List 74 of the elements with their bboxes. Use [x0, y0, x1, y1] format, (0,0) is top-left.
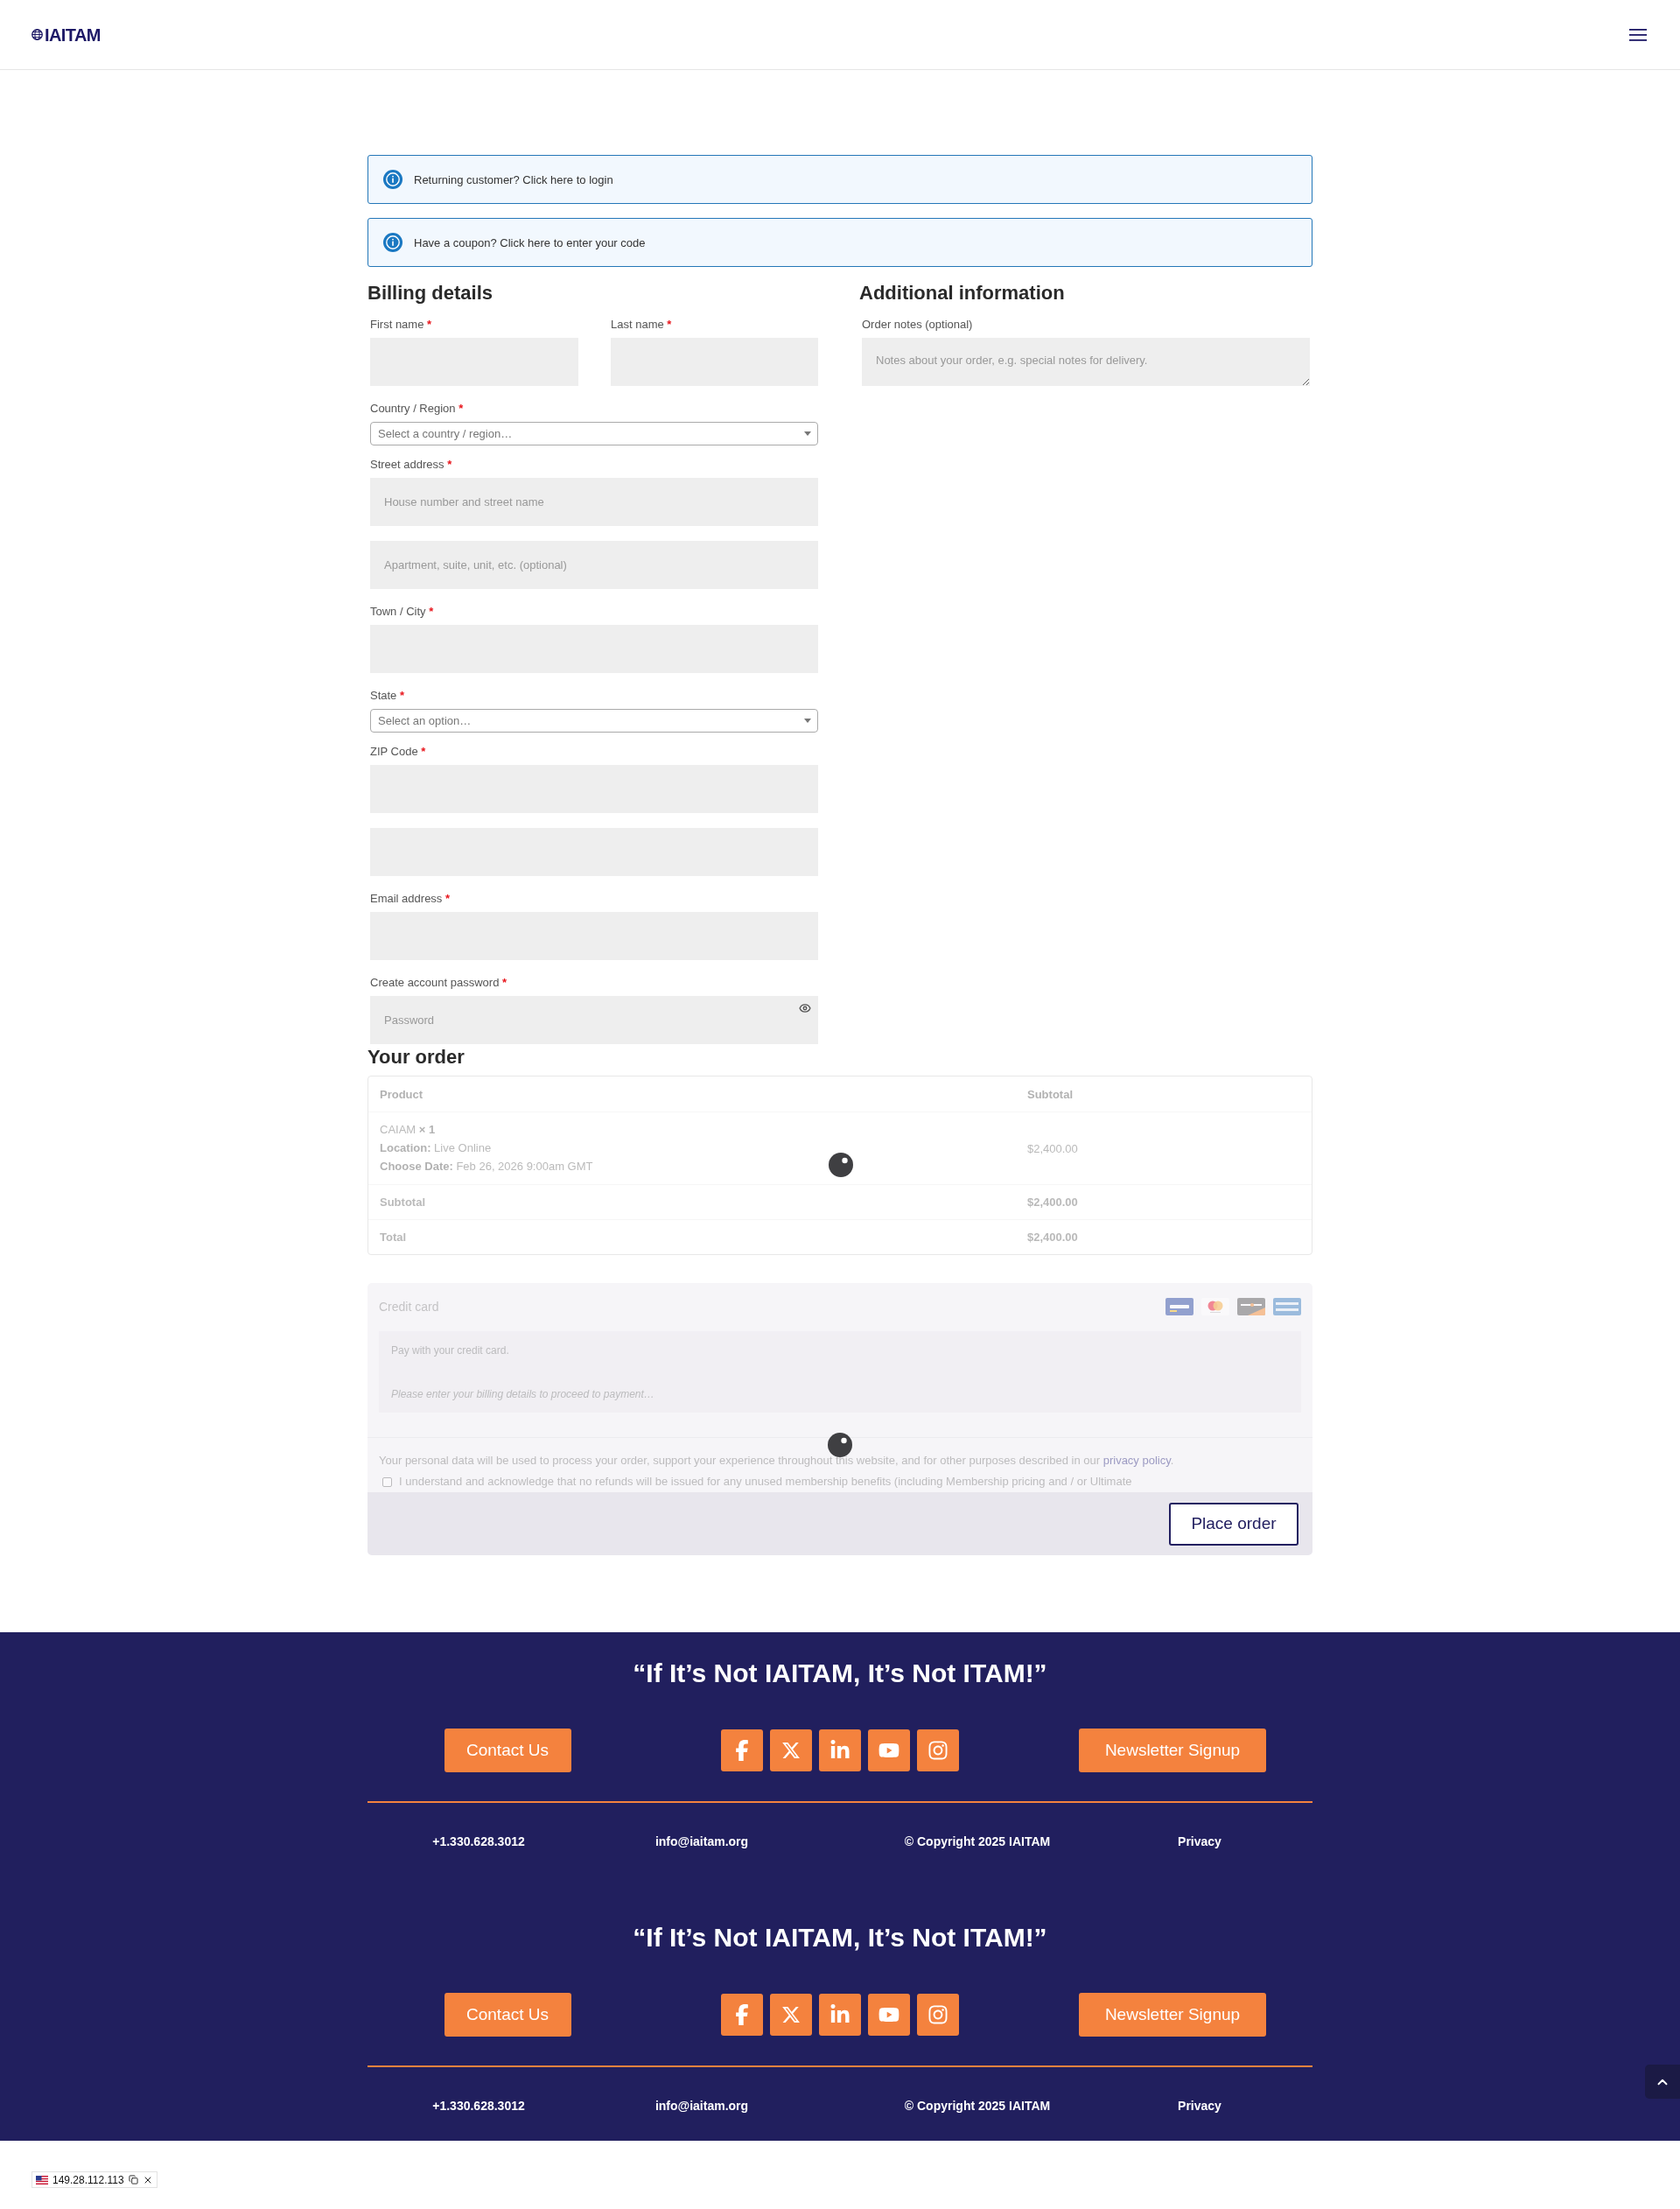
logo-text[interactable]: IAITAM — [45, 25, 101, 45]
dropdown[interactable]: Select a country / region… — [370, 422, 818, 445]
globe-icon — [32, 29, 43, 40]
social-button[interactable] — [819, 1994, 861, 2036]
eye-icon[interactable] — [799, 1002, 811, 1014]
linkedin-icon — [830, 1740, 850, 1761]
phone-number[interactable]: +1.330.628.3012 — [432, 1833, 525, 1850]
ip-address: 149.28.112.113 — [52, 2173, 124, 2186]
table-cell-text: Total — [379, 1231, 408, 1244]
scroll-to-top-button[interactable] — [1645, 2065, 1680, 2099]
place-order-button[interactable]: Place order — [1169, 1502, 1298, 1546]
social-button[interactable] — [721, 1729, 763, 1771]
footer-slogan: “If It’s Not IAITAM, It’s Not ITAM!” — [632, 1658, 1048, 1689]
section-heading: Billing details — [368, 281, 494, 305]
instagram-icon — [928, 2004, 948, 2025]
info-icon — [383, 233, 402, 252]
social-button[interactable] — [721, 1994, 763, 2036]
instagram-icon — [928, 1740, 948, 1761]
table-cell-text: Subtotal — [379, 1196, 426, 1209]
section-heading: Additional information — [859, 281, 1066, 305]
social-button[interactable] — [917, 1994, 959, 2036]
linkedin-icon — [830, 2004, 850, 2025]
payment-card-icon — [1166, 1298, 1194, 1315]
x-icon — [781, 1741, 801, 1760]
social-button[interactable] — [868, 1729, 910, 1771]
social-button[interactable] — [770, 1994, 812, 2036]
x-icon — [781, 2005, 801, 2024]
social-button[interactable] — [917, 1729, 959, 1771]
copyright-text: © Copyright 2025 IAITAM — [904, 2098, 1051, 2114]
field-label: Email address * — [370, 891, 452, 907]
payment-card-icon — [1237, 1298, 1265, 1315]
field-label: Create account password * — [370, 975, 508, 991]
field-label: First name * — [370, 317, 433, 333]
privacy-link[interactable]: Privacy — [1178, 2097, 1222, 2114]
table-cell-text: $2,400.00 — [1026, 1196, 1079, 1209]
column-header: Subtotal — [1026, 1087, 1074, 1101]
column-header: Product — [379, 1087, 424, 1101]
field-label: State * — [370, 688, 406, 704]
info-icon — [383, 170, 402, 189]
notice-text[interactable]: Returning customer? Click here to login — [414, 172, 613, 186]
field-label: ZIP Code * — [370, 744, 427, 760]
privacy-link[interactable]: Privacy — [1178, 1833, 1222, 1850]
password-field[interactable]: Password — [370, 996, 818, 1044]
field-label: Street address * — [370, 457, 453, 473]
email-link[interactable]: info@iaitam.org — [654, 2097, 749, 2114]
field-label: Town / City * — [370, 604, 435, 620]
social-button[interactable] — [819, 1729, 861, 1771]
caret-icon — [804, 719, 811, 723]
field-label: Last name * — [611, 317, 673, 333]
flag-icon — [36, 2175, 48, 2184]
field-label: Country / Region * — [370, 401, 465, 417]
item-meta: Location: Live Online — [380, 1140, 493, 1156]
field-label: Order notes (optional) — [862, 317, 974, 333]
social-button[interactable] — [868, 1994, 910, 2036]
item-meta: Choose Date: Feb 26, 2026 9:00am GMT — [380, 1159, 594, 1175]
payment-card-icon — [1273, 1298, 1301, 1315]
social-button[interactable] — [770, 1729, 812, 1771]
phone-number[interactable]: +1.330.628.3012 — [432, 2097, 525, 2114]
menu-icon[interactable] — [1629, 28, 1647, 41]
footer-slogan: “If It’s Not IAITAM, It’s Not ITAM!” — [632, 1922, 1048, 1953]
table-cell-text: $2,400.00 — [1026, 1231, 1079, 1244]
caret-icon — [804, 431, 811, 436]
dropdown[interactable]: Select an option… — [370, 709, 818, 733]
section-heading: Your order — [368, 1045, 466, 1069]
email-link[interactable]: info@iaitam.org — [654, 1833, 749, 1850]
copyright-text: © Copyright 2025 IAITAM — [904, 1834, 1051, 1850]
table-cell-text: $2,400.00 — [1026, 1141, 1079, 1155]
notice-text[interactable]: Have a coupon? Click here to enter your code — [414, 235, 646, 249]
terms-checkbox[interactable] — [382, 1476, 392, 1487]
product-name: CAIAM × 1 — [380, 1122, 437, 1138]
notes-field[interactable]: Notes about your order, e.g. special notes for delivery. — [862, 338, 1310, 386]
input-field[interactable]: House number and street name — [370, 478, 818, 526]
input-field[interactable]: Apartment, suite, unit, etc. (optional) — [370, 541, 818, 589]
copy-icon[interactable] — [128, 2175, 138, 2184]
